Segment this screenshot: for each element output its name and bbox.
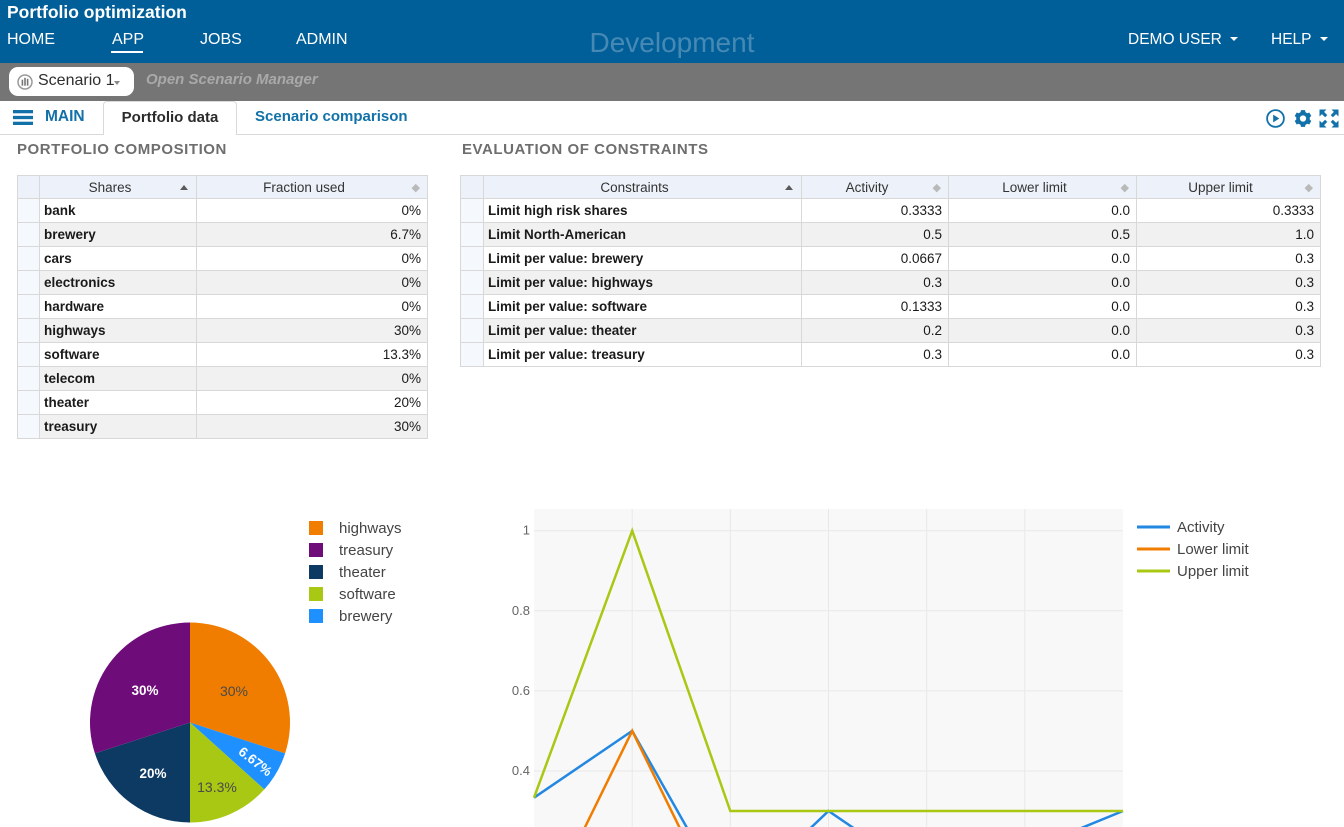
svg-text:brewery: brewery xyxy=(339,608,393,625)
svg-text:Activity: Activity xyxy=(1177,519,1225,536)
svg-text:Upper limit: Upper limit xyxy=(1177,563,1250,580)
svg-text:20%: 20% xyxy=(139,766,166,781)
svg-text:treasury: treasury xyxy=(339,542,394,559)
svg-text:1: 1 xyxy=(523,523,530,538)
svg-text:software: software xyxy=(339,586,396,603)
svg-text:0.6: 0.6 xyxy=(512,683,530,698)
svg-text:Lower limit: Lower limit xyxy=(1177,541,1250,558)
svg-text:0.4: 0.4 xyxy=(512,763,530,778)
svg-text:30%: 30% xyxy=(220,683,248,699)
svg-text:13.3%: 13.3% xyxy=(197,779,237,795)
svg-text:theater: theater xyxy=(339,564,386,581)
svg-text:highways: highways xyxy=(339,520,402,537)
svg-text:0.8: 0.8 xyxy=(512,603,530,618)
svg-text:30%: 30% xyxy=(131,683,158,698)
